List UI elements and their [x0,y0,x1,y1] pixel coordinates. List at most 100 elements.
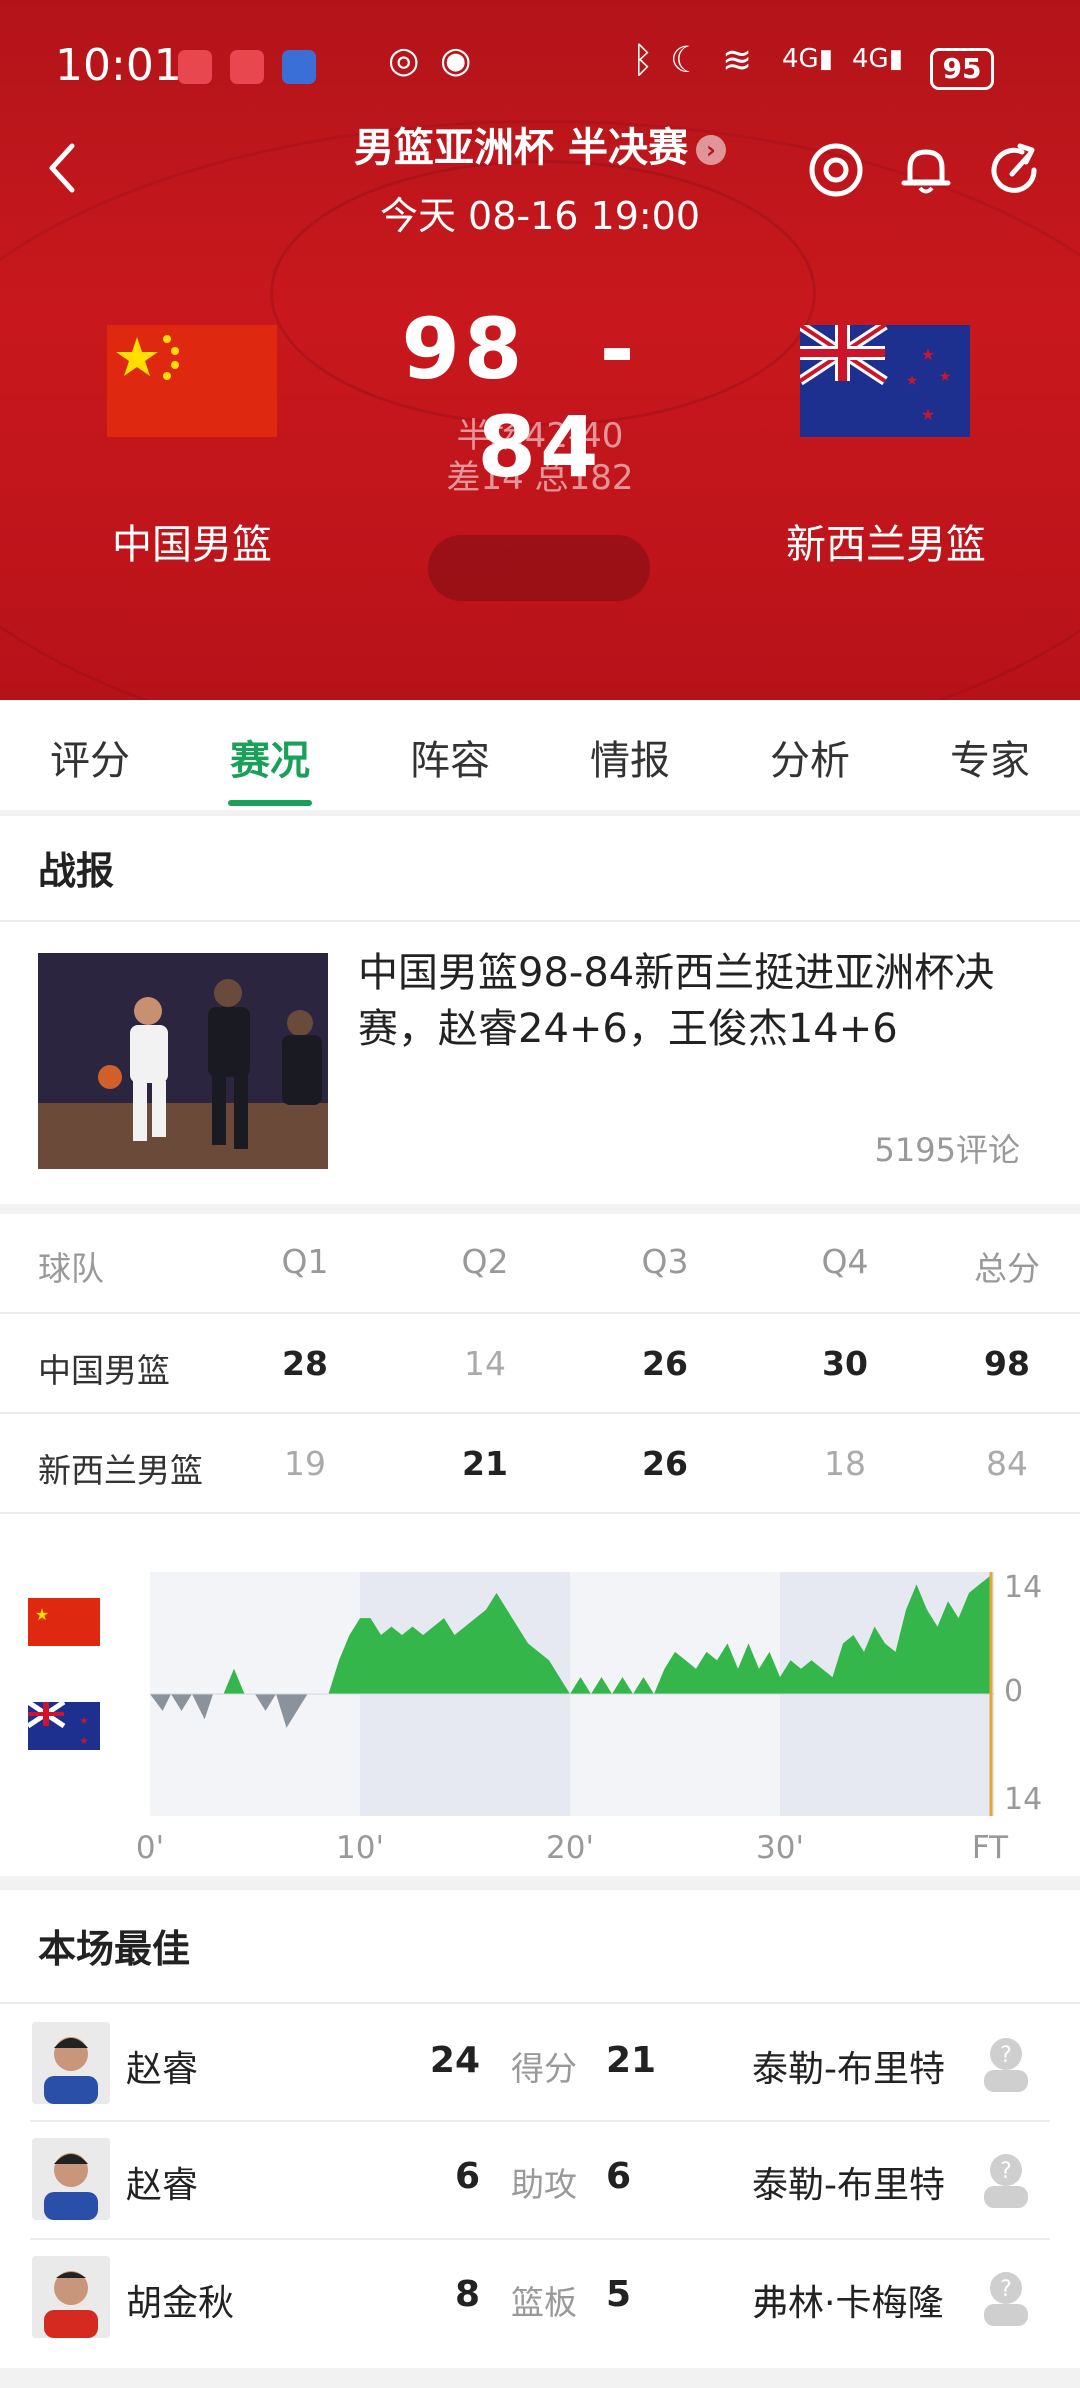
signal-label: 4G [782,44,819,74]
svg-text:★: ★ [35,1605,49,1624]
best-section-title: 本场最佳 [38,1927,191,1971]
match-title[interactable]: 男篮亚洲杯 半决赛 › [300,115,780,173]
news-thumbnail[interactable] [38,953,328,1169]
table-team-cell: 新西兰男篮 [38,1451,203,1490]
comment-count[interactable]: 5195评论 [800,1125,1020,1171]
table-cell: 19 [284,1444,326,1483]
table-cell: 21 [462,1444,508,1483]
bluetooth-icon: ᛒ [632,40,654,81]
table-cell: 28 [282,1344,328,1383]
svg-text:?: ? [1000,2043,1012,2068]
x-axis-label: 30' [756,1830,804,1866]
away-player-value: 21 [606,2040,657,2081]
unknown-player-icon: ? [984,2154,1028,2208]
live-status-pill[interactable] [428,535,650,601]
svg-text:★: ★ [921,345,935,364]
away-team-name[interactable]: 新西兰男篮 [736,512,1036,570]
tab-intel[interactable]: 情报 [540,728,720,786]
tab-lineup[interactable]: 阵容 [360,728,540,786]
table-team-cell: 中国男篮 [38,1351,170,1390]
tab-rating[interactable]: 评分 [0,728,180,786]
table-cell: 18 [824,1444,866,1483]
new-zealand-flag-icon: ★ ★ [28,1702,100,1750]
report-section-title: 战报 [38,849,115,893]
unknown-player-icon: ? [984,2038,1028,2092]
y-axis-label: 14 [1004,1570,1043,1605]
x-axis-label: 10' [336,1830,384,1866]
x-axis-label: FT [971,1830,1009,1866]
svg-text:?: ? [1000,2277,1012,2302]
home-player-value: 6 [454,2156,480,2197]
status-bar: 10:01 ◎ ◉ ᛒ ☾ ≋ 4G▮ 4G▮ 95 [0,0,1080,130]
chevron-right-icon: › [695,135,726,165]
tab-experts[interactable]: 专家 [900,728,1080,786]
best-player-row[interactable]: 赵睿 24 得分 21 泰勒-布里特 ? [0,2004,1080,2122]
svg-text:★: ★ [80,1736,89,1747]
momentum-chart [150,1572,994,1816]
home-player-name: 赵睿 [126,2049,199,2090]
divider [0,920,1080,922]
new-zealand-flag-icon: ★ ★ ★ ★ [800,325,970,437]
eye-comfort-icon: ◉ [440,40,472,81]
x-axis-label: 20' [546,1830,594,1866]
svg-text:?: ? [1000,2159,1012,2184]
y-axis-label: 14 [1004,1782,1043,1817]
divider [0,1512,1080,1514]
bell-icon[interactable] [896,140,956,200]
svg-text:★: ★ [939,369,952,385]
table-cell: 14 [464,1344,506,1383]
basketball-photo [38,953,328,1169]
notification-app-icon [282,50,316,84]
target-icon[interactable] [806,140,866,200]
back-arrow-icon[interactable] [42,138,82,198]
away-player-value: 6 [606,2156,632,2197]
table-cell: 84 [986,1444,1028,1483]
moon-icon: ☾ [670,40,703,81]
status-time: 10:01 [55,40,182,91]
table-header-cell: Q4 [821,1242,869,1281]
y-axis-label: 0 [1004,1674,1024,1709]
tab-analysis[interactable]: 分析 [720,728,900,786]
huawei-app-icon [178,50,212,84]
table-cell: 26 [642,1444,688,1483]
table-header-row: 球队 Q1 Q2 Q3 Q4 总分 [0,1214,1080,1314]
svg-text:★: ★ [906,373,919,389]
best-player-row[interactable]: 胡金秋 8 篮板 5 弗林·卡梅隆 ? [0,2240,1080,2358]
nfc-icon: ◎ [388,40,420,81]
huawei-app-icon [230,50,264,84]
table-header-cell: 球队 [38,1249,104,1288]
table-header-cell: Q3 [641,1242,689,1281]
away-player-name: 泰勒-布里特 [752,2165,945,2206]
x-axis-label: 0' [135,1830,165,1866]
signal-icon: 4G▮ [782,44,834,74]
battery-indicator: 95 [930,48,994,90]
tab-bar: 评分 赛况 阵容 情报 分析 专家 [0,700,1080,810]
active-tab-indicator [228,800,312,806]
unknown-player-icon: ? [984,2272,1028,2326]
home-player-name: 胡金秋 [126,2283,235,2324]
quarter-score-table: 球队 Q1 Q2 Q3 Q4 总分 中国男篮 28 14 26 30 98 新西… [0,1214,1080,1514]
table-cell: 98 [984,1344,1030,1383]
table-header-cell: Q2 [461,1242,509,1281]
away-player-name: 弗林·卡梅隆 [752,2283,944,2324]
signal-label: 4G [852,44,889,74]
match-datetime: 今天 08-16 19:00 [379,194,701,238]
news-headline[interactable]: 中国男篮98-84新西兰挺进亚洲杯决赛，赵睿24+6，王俊杰14+6 [358,945,1038,1057]
table-row: 新西兰男篮 19 21 26 18 84 [0,1414,1080,1514]
stat-category: 助攻 [511,2165,577,2204]
best-player-row[interactable]: 赵睿 6 助攻 6 泰勒-布里特 ? [0,2122,1080,2240]
home-player-value: 8 [454,2274,480,2315]
stat-category: 得分 [511,2049,577,2088]
avatar [32,2138,110,2220]
table-header-cell: 总分 [974,1249,1040,1288]
signal-icon: 4G▮ [852,44,904,74]
league-round: 男篮亚洲杯 半决赛 [354,125,688,171]
share-icon[interactable] [986,140,1046,200]
home-team-name[interactable]: 中国男篮 [42,512,342,570]
score-separator: - [599,300,639,398]
away-player-value: 5 [606,2274,632,2315]
tab-live[interactable]: 赛况 [180,728,360,786]
table-cell: 26 [642,1344,688,1383]
home-player-value: 24 [429,2040,480,2081]
table-header-cell: Q1 [281,1242,329,1281]
